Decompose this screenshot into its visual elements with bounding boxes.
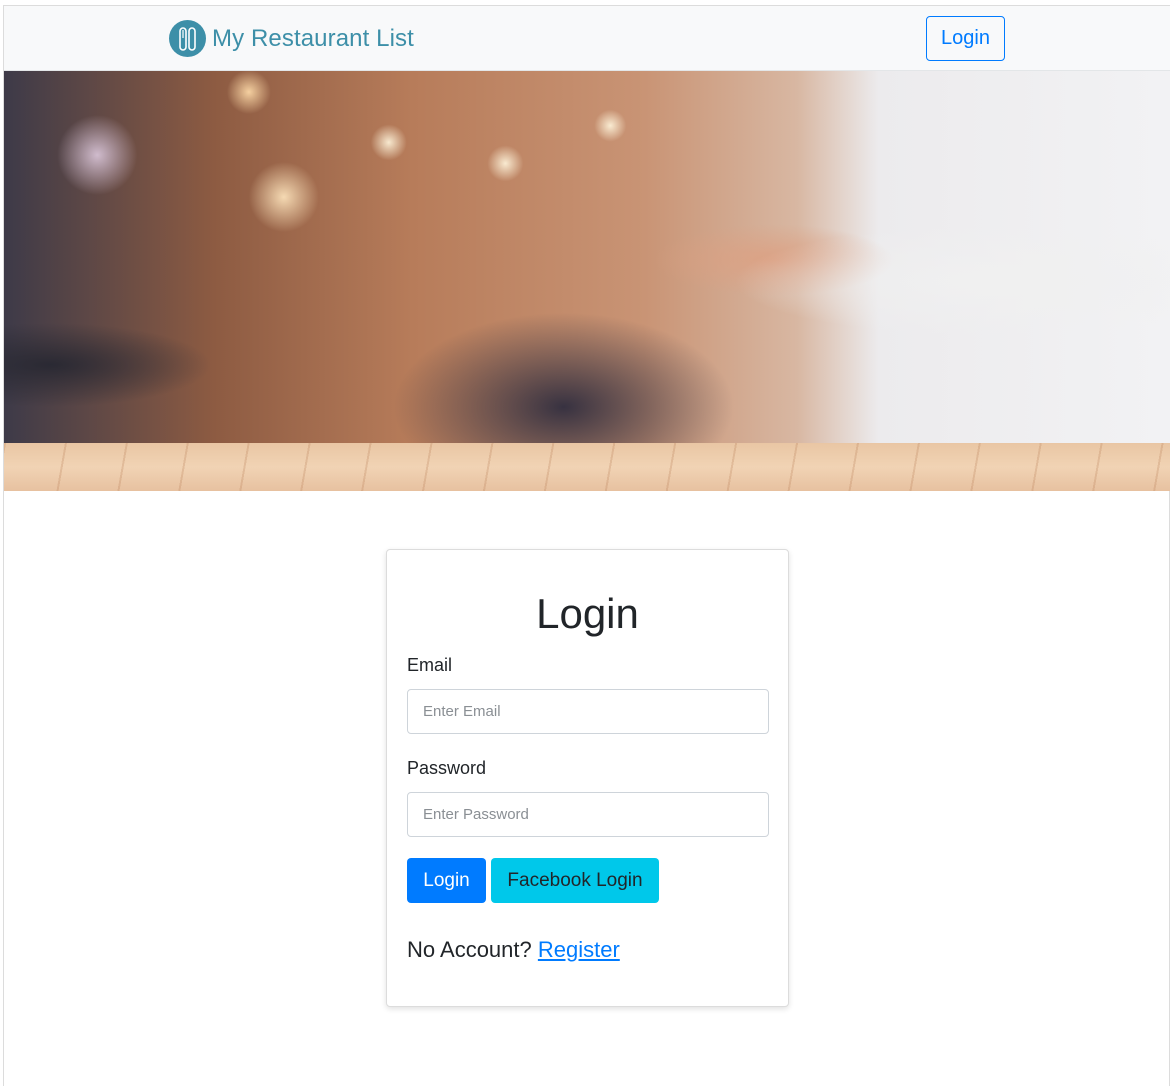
login-card: Login Email Password Login Facebook Logi… bbox=[386, 549, 789, 1007]
register-link[interactable]: Register bbox=[538, 937, 620, 962]
password-label: Password bbox=[407, 758, 487, 778]
navbar: My Restaurant List Login bbox=[4, 6, 1170, 71]
email-label: Email bbox=[407, 655, 453, 675]
password-input[interactable] bbox=[407, 792, 769, 837]
brand-title: My Restaurant List bbox=[212, 24, 414, 52]
email-input[interactable] bbox=[407, 689, 769, 734]
nav-login-button[interactable]: Login bbox=[926, 16, 1005, 61]
hero-wood-floor bbox=[4, 443, 1170, 491]
brand-link[interactable]: My Restaurant List bbox=[169, 20, 414, 57]
login-title: Login bbox=[536, 590, 639, 637]
no-account-text: No Account? bbox=[407, 937, 538, 962]
login-submit-button[interactable]: Login bbox=[407, 858, 486, 903]
register-prompt: No Account? Register bbox=[407, 937, 620, 963]
utensils-icon bbox=[169, 20, 206, 57]
facebook-login-button[interactable]: Facebook Login bbox=[491, 858, 659, 903]
hero-banner-image bbox=[4, 71, 1170, 491]
